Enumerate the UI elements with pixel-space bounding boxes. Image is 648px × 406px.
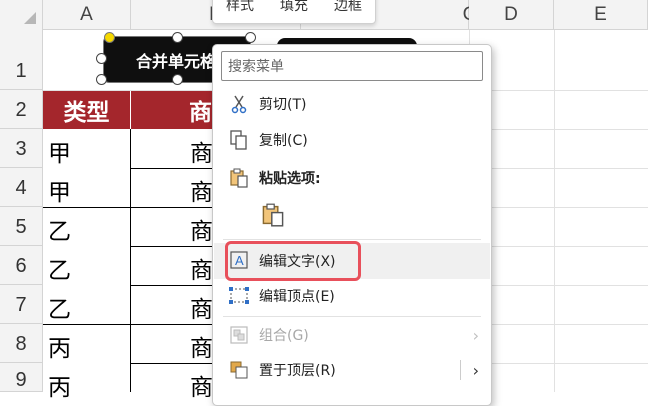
menu-item-edit-points[interactable]: 编辑顶点(E) — [213, 278, 491, 314]
row-header-7[interactable]: 7 — [0, 285, 43, 324]
border-button[interactable]: 边框 — [334, 0, 362, 15]
table-header-product[interactable]: 商 — [131, 91, 212, 129]
cell-a5[interactable]: 乙 — [48, 212, 71, 246]
menu-item-paste-options: 粘贴选项: — [213, 160, 491, 196]
resize-handle-bottom[interactable] — [172, 74, 183, 85]
cell-a9[interactable]: 丙 — [48, 368, 71, 402]
cell-a6[interactable]: 乙 — [48, 251, 71, 285]
gridline — [469, 285, 648, 286]
cell-b9[interactable]: 商 — [190, 368, 213, 402]
column-header-e[interactable]: E — [554, 0, 648, 30]
copy-icon — [230, 130, 247, 150]
cell-b6[interactable]: 商 — [190, 251, 213, 285]
row-header-6[interactable]: 6 — [0, 246, 43, 285]
resize-handle-left[interactable] — [96, 53, 107, 64]
edit-points-icon — [229, 287, 249, 304]
submenu-arrow-icon[interactable]: › — [473, 361, 479, 380]
edit-text-highlight-box — [225, 241, 361, 281]
gridline — [469, 168, 648, 169]
menu-separator — [223, 239, 481, 240]
table-border — [131, 285, 212, 286]
resize-handle-bottom-left[interactable] — [96, 74, 107, 85]
gridline — [469, 324, 648, 325]
row-header-2[interactable]: 2 — [0, 90, 43, 129]
split-divider — [460, 360, 461, 380]
fill-button[interactable]: 填充 — [280, 0, 308, 15]
row-header-5[interactable]: 5 — [0, 207, 43, 246]
table-border — [43, 207, 212, 208]
paste-icon — [230, 168, 248, 188]
row-header-1[interactable]: 1 — [0, 30, 43, 90]
adjust-handle[interactable] — [104, 32, 115, 43]
scissors-icon — [231, 95, 247, 114]
cell-a8[interactable]: 丙 — [48, 329, 71, 363]
menu-item-cut[interactable]: 剪切(T) — [213, 86, 491, 122]
table-border — [131, 363, 212, 364]
select-all-triangle-icon — [24, 12, 36, 24]
gridline — [469, 246, 648, 247]
resize-handle-top-right[interactable] — [245, 32, 256, 43]
style-button[interactable]: 样式 — [226, 0, 254, 15]
cell-b5[interactable]: 商 — [190, 212, 213, 246]
menu-item-copy[interactable]: 复制(C) — [213, 122, 491, 158]
table-border — [131, 246, 212, 247]
row-header-8[interactable]: 8 — [0, 324, 43, 363]
column-header-d[interactable]: D — [469, 0, 554, 30]
column-header-a[interactable]: A — [43, 0, 131, 30]
cell-a7[interactable]: 乙 — [48, 290, 71, 324]
table-border — [131, 168, 212, 169]
gridline — [469, 363, 648, 364]
context-menu: 搜索菜单 剪切(T) 复制(C) 粘贴选项: A 编辑文字(X) 编辑顶点(E)… — [212, 44, 492, 406]
row-header-3[interactable]: 3 — [0, 129, 43, 168]
cell-b3[interactable]: 商 — [190, 134, 213, 168]
group-icon — [230, 326, 248, 344]
cell-b8[interactable]: 商 — [190, 329, 213, 363]
gridline — [469, 207, 648, 208]
menu-item-paste-option[interactable] — [213, 197, 491, 233]
menu-item-bring-to-front[interactable]: 置于顶层(R) › — [213, 352, 491, 388]
submenu-arrow-icon: › — [472, 325, 479, 345]
gridline — [469, 129, 648, 130]
row-header-4[interactable]: 4 — [0, 168, 43, 207]
resize-handle-top[interactable] — [172, 32, 183, 43]
gridline — [554, 30, 555, 392]
search-menu-input[interactable]: 搜索菜单 — [221, 51, 483, 81]
row-header-9[interactable]: 9 — [0, 363, 43, 392]
mini-toolbar: 样式 填充 边框 — [212, 0, 376, 24]
table-border — [43, 324, 212, 325]
cell-a3[interactable]: 甲 — [48, 134, 71, 168]
cell-b4[interactable]: 商 — [190, 173, 213, 207]
select-all-corner[interactable] — [0, 0, 43, 31]
menu-item-group[interactable]: 组合(G) › — [213, 317, 491, 353]
bring-to-front-icon — [230, 361, 248, 379]
table-header-type[interactable]: 类型 — [43, 91, 130, 129]
cell-b7[interactable]: 商 — [190, 290, 213, 324]
cell-a4[interactable]: 甲 — [48, 173, 71, 207]
paste-option-icon — [262, 203, 284, 227]
